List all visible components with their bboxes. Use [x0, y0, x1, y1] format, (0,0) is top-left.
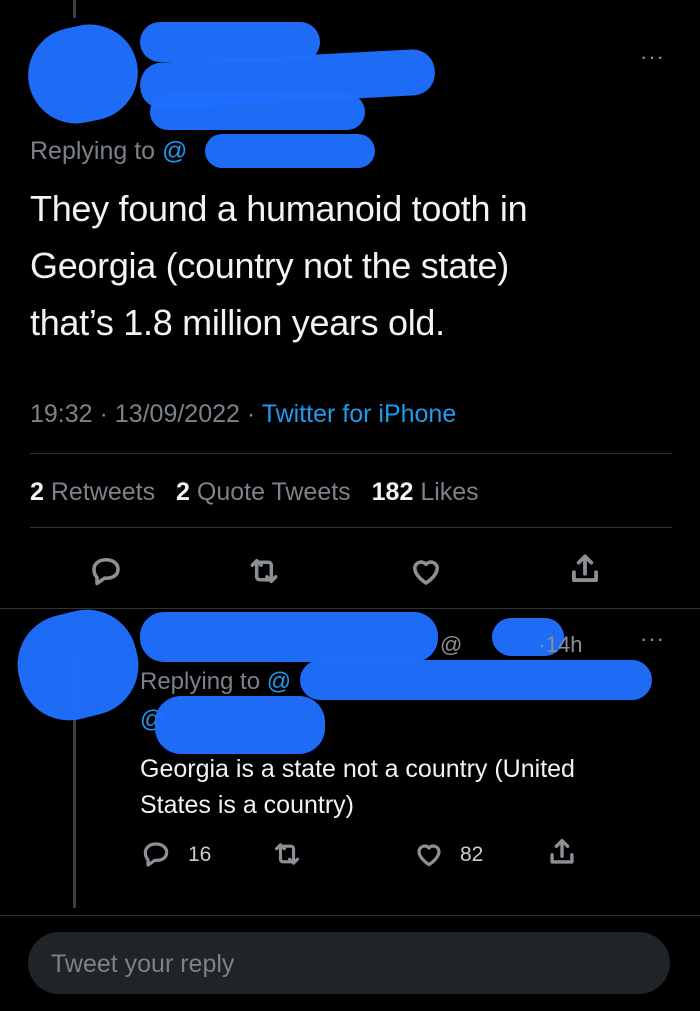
reply-time[interactable]: ·14h	[538, 632, 582, 657]
like-icon[interactable]	[407, 553, 445, 594]
retweet-icon[interactable]	[270, 838, 304, 875]
divider	[30, 527, 672, 528]
like-icon	[412, 844, 446, 874]
like-action[interactable]	[412, 838, 446, 875]
reply-username[interactable]: @	[440, 632, 462, 657]
replying-prefix: Replying to	[140, 668, 261, 695]
tweet-date[interactable]: 13/09/2022	[115, 400, 240, 428]
reply-count: 16	[188, 843, 212, 866]
reply-display-name[interactable]	[140, 612, 438, 662]
tweet-text-line: Georgia is a state not a country (United	[140, 755, 575, 783]
reply-action[interactable]	[140, 838, 172, 875]
retweet-icon[interactable]	[245, 553, 283, 594]
replying-handle[interactable]: @	[162, 137, 187, 165]
replying-handle-censor	[205, 134, 375, 168]
mention-censor	[155, 696, 325, 754]
thread-line-top	[73, 0, 76, 18]
quotes-stat[interactable]: 2 Quote Tweets	[176, 478, 351, 506]
replying-handle-censor	[300, 660, 652, 700]
tweet-stats: 2 Retweets 2 Quote Tweets 182 Likes	[30, 478, 479, 507]
retweets-stat[interactable]: 2 Retweets	[30, 478, 155, 506]
reply-replying-to: Replying to @	[140, 668, 291, 696]
tweet-text-line: that’s 1.8 million years old.	[30, 302, 445, 343]
tweet-time[interactable]: 19:32	[30, 400, 93, 428]
reply-icon	[140, 842, 172, 874]
divider	[0, 915, 700, 916]
divider	[30, 453, 672, 454]
tweet-source[interactable]: Twitter for iPhone	[262, 400, 457, 428]
tweet-meta: 19:32 · 13/09/2022 · Twitter for iPhone	[30, 400, 457, 428]
reply-icon[interactable]	[88, 553, 124, 594]
divider	[0, 608, 700, 609]
more-icon[interactable]: ···	[640, 44, 665, 70]
main-replying-to: Replying to @	[30, 137, 187, 166]
share-icon[interactable]	[545, 835, 579, 874]
more-icon[interactable]: ···	[640, 626, 665, 652]
reply-header-meta: @ ·14h	[440, 632, 583, 658]
reply-tweet-text: Georgia is a state not a country (United…	[140, 751, 680, 823]
avatar[interactable]	[19, 15, 147, 133]
reply-input-placeholder: Tweet your reply	[51, 950, 235, 978]
replying-prefix: Replying to	[30, 137, 156, 165]
replying-handle[interactable]: @	[267, 668, 291, 695]
likes-stat[interactable]: 182 Likes	[372, 478, 479, 506]
censor-mark	[150, 94, 365, 130]
tweet-text-line: Georgia (country not the state)	[30, 245, 509, 286]
reply-composer[interactable]: Tweet your reply	[28, 932, 670, 994]
tweet-text-line: They found a humanoid tooth in	[30, 188, 528, 229]
like-count: 82	[460, 843, 484, 866]
reply-avatar[interactable]	[6, 599, 150, 731]
tweet-text-line: States is a country)	[140, 791, 354, 819]
main-tweet-text: They found a humanoid tooth in Georgia (…	[30, 180, 680, 351]
share-icon[interactable]	[566, 550, 604, 593]
